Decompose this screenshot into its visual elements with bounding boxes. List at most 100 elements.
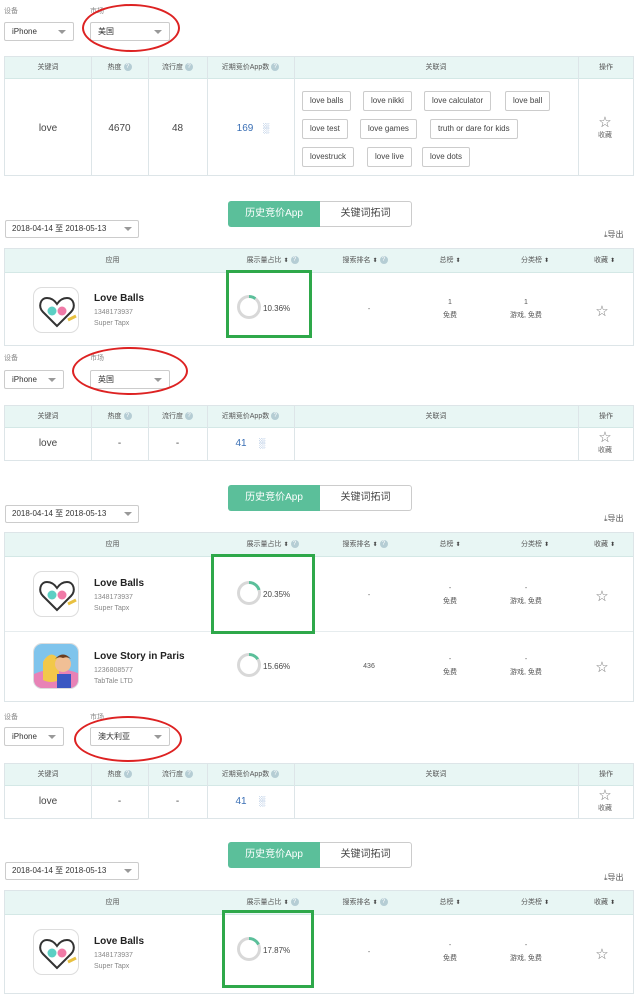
related-tag[interactable]: love nikki	[363, 91, 412, 111]
help-icon[interactable]: ?	[123, 770, 132, 779]
sort-icon[interactable]: ⬍	[455, 533, 460, 557]
total-rank: -	[448, 656, 452, 663]
help-icon[interactable]: ?	[123, 412, 132, 421]
export-button[interactable]: ⤓导出	[604, 872, 624, 883]
app-name[interactable]: Love Balls	[94, 293, 144, 304]
date-range-select[interactable]: 2018-04-14 至 2018-05-13	[5, 220, 139, 238]
export-button[interactable]: ⤓导出	[604, 229, 624, 240]
app-name[interactable]: Love Story in Paris	[94, 651, 185, 662]
related-tag[interactable]: love live	[367, 147, 412, 167]
share-donut	[237, 653, 261, 677]
tab-group: 历史竞价App 关键词拓词	[228, 842, 412, 868]
related-tag[interactable]: truth or dare for kids	[430, 119, 518, 139]
help-icon[interactable]: ?	[379, 898, 388, 907]
tab-expand[interactable]: 关键词拓词	[320, 201, 412, 227]
app-id: 1236808577	[94, 667, 133, 674]
related-tag[interactable]: love dots	[422, 147, 471, 167]
favorite-button[interactable]: ☆ 收藏	[585, 430, 625, 455]
export-button[interactable]: ⤓导出	[604, 513, 624, 524]
sort-icon[interactable]: ⬍	[610, 891, 615, 915]
help-icon[interactable]: ?	[271, 412, 280, 421]
col-flow: 流行度	[162, 64, 183, 71]
related-tag[interactable]: love balls	[302, 91, 352, 111]
tab-expand[interactable]: 关键词拓词	[320, 485, 412, 511]
keyword-table: 关键词 热度? 流行度? 近期竞价App数? 关联词 操作 love - - 4…	[4, 763, 634, 819]
rank-value: -	[367, 592, 371, 599]
app-id: 1348173937	[94, 309, 133, 316]
total-rank-sub: 免费	[443, 598, 457, 605]
keyword-table: 关键词 热度? 流行度? 近期竞价App数? 关联词 操作 love 4670 …	[4, 56, 634, 176]
app-name[interactable]: Love Balls	[94, 578, 144, 589]
star-icon[interactable]: ☆	[592, 587, 612, 605]
keyword-table-header: 关键词 热度? 流行度? 近期竞价App数? 关联词 操作	[5, 406, 633, 428]
sort-icon[interactable]: ⬍	[610, 533, 615, 557]
tab-history[interactable]: 历史竞价App	[228, 201, 320, 227]
sort-icon[interactable]: ⬍	[372, 533, 377, 557]
sort-icon[interactable]: ⬍	[455, 891, 460, 915]
help-icon[interactable]: ?	[185, 412, 193, 421]
chart-icon[interactable]: ░	[259, 123, 273, 133]
app-table: 应用 展示量占比 ⬍? 搜索排名 ⬍? 总榜 ⬍ 分类榜 ⬍ 收藏 ⬍ Love Ball…	[4, 890, 634, 994]
help-icon[interactable]: ?	[379, 540, 388, 549]
date-range-select[interactable]: 2018-04-14 至 2018-05-13	[5, 862, 139, 880]
help-icon[interactable]: ?	[290, 540, 299, 549]
col-keyword: 关键词	[37, 64, 59, 71]
chart-icon[interactable]: ░	[255, 438, 269, 448]
category-rank-sub: 游戏, 免费	[510, 598, 542, 605]
app-name[interactable]: Love Balls	[94, 936, 144, 947]
keyword-value: love	[38, 438, 58, 449]
tab-history[interactable]: 历史竞价App	[228, 485, 320, 511]
sort-icon[interactable]: ⬍	[372, 891, 377, 915]
total-rank: 1	[448, 299, 452, 306]
favorite-button[interactable]: ☆ 收藏	[585, 115, 625, 140]
flow-value: -	[175, 796, 180, 807]
help-icon[interactable]: ?	[379, 256, 388, 265]
sort-icon[interactable]: ⬍	[544, 891, 549, 915]
chart-icon[interactable]: ░	[255, 796, 269, 806]
related-tag[interactable]: love test	[302, 119, 348, 139]
related-tag[interactable]: lovestruck	[302, 147, 355, 167]
app-icon-love-balls[interactable]	[33, 287, 79, 333]
tab-history[interactable]: 历史竞价App	[228, 842, 320, 868]
total-rank-sub: 免费	[443, 312, 457, 319]
date-range-select[interactable]: 2018-04-14 至 2018-05-13	[5, 505, 139, 523]
device-label: 设备	[4, 355, 18, 362]
app-table: 应用 展示量占比 ⬍? 搜索排名 ⬍? 总榜 ⬍ 分类榜 ⬍ 收藏 ⬍ Love Ball…	[4, 248, 634, 346]
category-rank-sub: 游戏, 免费	[510, 955, 542, 962]
related-tag[interactable]: love calculator	[424, 91, 492, 111]
app-icon-love-balls[interactable]	[33, 929, 79, 975]
related-tag[interactable]: love games	[360, 119, 417, 139]
sort-icon[interactable]: ⬍	[610, 249, 615, 273]
keyword-table-header: 关键词 热度? 流行度? 近期竞价App数? 关联词 操作	[5, 57, 633, 79]
sort-icon[interactable]: ⬍	[544, 249, 549, 273]
app-icon-love-balls[interactable]	[33, 571, 79, 617]
star-icon[interactable]: ☆	[592, 658, 612, 676]
heat-value: -	[117, 438, 122, 449]
star-icon: ☆	[598, 114, 612, 131]
highlight-box	[226, 270, 312, 338]
device-select[interactable]: iPhone	[4, 727, 64, 746]
category-rank-sub: 游戏, 免费	[510, 669, 542, 676]
chevron-down-icon	[124, 869, 132, 873]
star-icon[interactable]: ☆	[592, 945, 612, 963]
help-icon[interactable]: ?	[290, 256, 299, 265]
sort-icon[interactable]: ⬍	[372, 249, 377, 273]
sort-icon[interactable]: ⬍	[544, 533, 549, 557]
related-tag[interactable]: love ball	[505, 91, 551, 111]
app-icon-love-story-in-paris[interactable]	[33, 643, 79, 689]
help-icon[interactable]: ?	[271, 63, 280, 72]
category-rank-sub: 游戏, 免费	[510, 312, 542, 319]
help-icon[interactable]: ?	[123, 63, 132, 72]
help-icon[interactable]: ?	[185, 63, 193, 72]
highlight-ring	[72, 347, 188, 395]
sort-icon[interactable]: ⬍	[455, 249, 460, 273]
help-icon[interactable]: ?	[290, 898, 299, 907]
device-select[interactable]: iPhone	[4, 22, 74, 41]
star-icon[interactable]: ☆	[592, 302, 612, 320]
tab-expand[interactable]: 关键词拓词	[320, 842, 412, 868]
favorite-button[interactable]: ☆ 收藏	[585, 788, 625, 813]
heat-value: -	[117, 796, 122, 807]
help-icon[interactable]: ?	[271, 770, 280, 779]
device-select[interactable]: iPhone	[4, 370, 64, 389]
help-icon[interactable]: ?	[185, 770, 193, 779]
